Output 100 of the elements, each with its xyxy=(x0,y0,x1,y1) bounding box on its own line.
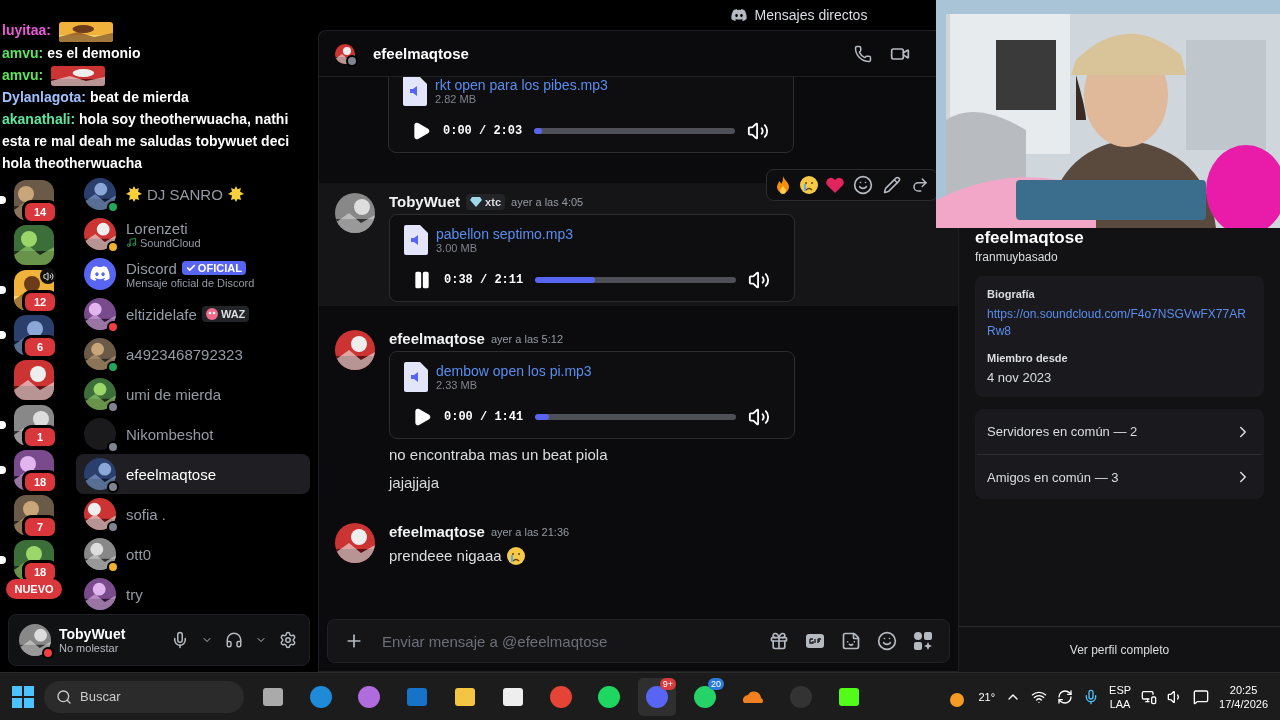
file-link[interactable]: pabellon septimo.mp3 xyxy=(436,226,573,242)
file-size: 3.00 MB xyxy=(436,242,478,254)
crying-face-icon[interactable] xyxy=(799,175,819,195)
windows-logo-icon[interactable] xyxy=(12,685,34,708)
dm-name: try xyxy=(126,585,143,603)
settings-icon xyxy=(279,631,297,649)
audio-file-icon xyxy=(404,362,428,392)
dm-item[interactable]: try xyxy=(76,574,310,610)
play-button[interactable] xyxy=(411,121,431,141)
add-reaction-button[interactable] xyxy=(851,173,875,197)
app-icon xyxy=(597,684,621,709)
dm-item[interactable]: eltizidelafe WAZ xyxy=(76,294,310,334)
dm-name: sofia . xyxy=(126,505,167,523)
progress-track[interactable] xyxy=(535,414,736,420)
notification-badge: 20 xyxy=(708,677,724,690)
dm-item[interactable]: DJ SANRO xyxy=(76,174,310,214)
taskbar-button[interactable]: 9+ xyxy=(638,677,676,716)
guild-tag: xtc xyxy=(466,193,505,210)
apps-button[interactable] xyxy=(913,631,933,651)
sync-icon[interactable] xyxy=(1057,688,1074,705)
progress-track[interactable] xyxy=(535,277,736,283)
new-badge[interactable]: NUEVO xyxy=(6,579,62,599)
file-link[interactable]: dembow open los pi.mp3 xyxy=(436,363,592,379)
volume-button[interactable] xyxy=(748,269,770,291)
message-field[interactable]: Enviar mensaje a @efeelmaqtose xyxy=(380,631,753,651)
mutuals-row[interactable]: Amigos en común — 3 xyxy=(987,469,1119,485)
window-title: Mensajes directos xyxy=(754,7,868,23)
headphones-icon xyxy=(225,631,243,649)
dm-name: eltizidelafe xyxy=(126,305,197,323)
volume-button[interactable] xyxy=(747,120,769,142)
message-author[interactable]: TobyWuet xyxy=(389,193,461,210)
guild-tag: WAZ xyxy=(201,306,250,322)
message-composer[interactable]: Enviar mensaje a @efeelmaqtose xyxy=(327,619,950,663)
dm-item[interactable]: ott0 xyxy=(76,534,310,574)
temperature: 21° xyxy=(978,689,996,704)
language[interactable]: ESP xyxy=(1109,682,1132,697)
message-time: ayer a las 21:36 xyxy=(490,525,570,538)
music-note-icon xyxy=(126,237,137,248)
checkmark-icon xyxy=(185,263,196,273)
dm-item[interactable]: Lorenzeti SoundCloud xyxy=(76,214,310,254)
dm-item[interactable]: efeelmaqtose xyxy=(76,454,310,494)
emoji-button[interactable] xyxy=(877,631,897,651)
volume-button[interactable] xyxy=(748,406,770,428)
display-icon[interactable] xyxy=(1141,688,1158,705)
heart-icon[interactable] xyxy=(825,175,845,195)
playback-time: 0:38 / 2:11 xyxy=(444,273,524,287)
file-size: 2.82 MB xyxy=(435,93,477,105)
gift-button[interactable] xyxy=(769,631,789,651)
dm-item[interactable]: Discord OFICIAL Mensaje oficial de Discord xyxy=(76,254,310,294)
call-button[interactable] xyxy=(854,44,872,63)
dm-name: ott0 xyxy=(126,545,152,563)
chat-message: Dylanlagota: beat de mierda xyxy=(2,88,190,107)
dm-item[interactable]: Nikombeshot xyxy=(76,414,310,454)
member-date: 4 nov 2023 xyxy=(987,370,1053,385)
speaker-icon xyxy=(42,270,54,282)
dm-name: Lorenzeti xyxy=(126,219,188,237)
mutuals-row[interactable]: Servidores en común — 2 xyxy=(987,424,1138,439)
dm-name: umi de mierda xyxy=(126,385,222,403)
message-author[interactable]: efeelmaqtose xyxy=(389,330,485,347)
section-label: Miembro desde xyxy=(987,352,1069,364)
profile-username: franmuybasado xyxy=(974,249,1059,264)
official-tag: OFICIAL xyxy=(181,261,246,275)
app-icon xyxy=(357,684,381,709)
dm-item[interactable]: sofia . xyxy=(76,494,310,534)
skull-icon xyxy=(205,308,218,320)
user-status: No molestar xyxy=(59,642,120,654)
keyboard-layout[interactable]: LAA xyxy=(1109,696,1131,711)
section-label: Biografía xyxy=(987,288,1036,300)
pause-button[interactable] xyxy=(412,270,432,290)
gif-button[interactable] xyxy=(805,631,825,651)
chat-message: akanathali: hola soy theotherwuacha, nathi esta re mal deah me saludas tobywuet deci hola theotherwuacha xyxy=(2,110,291,173)
controller-logo-icon xyxy=(90,266,110,282)
file-link[interactable]: rkt open para los pibes.mp3 xyxy=(435,77,608,93)
search-field[interactable]: Buscar xyxy=(44,680,244,713)
mention-badge: 6 xyxy=(22,335,58,359)
play-button[interactable] xyxy=(412,407,432,427)
sun-icon xyxy=(227,186,244,202)
clock-time[interactable]: 20:25 xyxy=(1229,682,1258,697)
chat-icon[interactable] xyxy=(1193,688,1210,705)
activity-text: SoundCloud xyxy=(126,236,201,249)
dm-item[interactable]: umi de mierda xyxy=(76,374,310,414)
progress-track[interactable] xyxy=(534,128,735,134)
dm-name: efeelmaqtose xyxy=(126,465,217,483)
dm-name: a4923468792323 xyxy=(126,345,243,363)
chat-username: luyitaa: xyxy=(2,22,51,39)
chat-username: amvu: xyxy=(2,66,44,83)
dm-name: Nikombeshot xyxy=(126,425,214,443)
message-author[interactable]: efeelmaqtose xyxy=(389,523,485,540)
edit-button[interactable] xyxy=(881,174,903,196)
mention-badge: 7 xyxy=(22,515,58,539)
dm-item[interactable]: a4923468792323 xyxy=(76,334,310,374)
gem-icon xyxy=(470,196,483,207)
taskbar-button[interactable]: 20 xyxy=(686,677,724,716)
message-time: ayer a las 4:05 xyxy=(511,195,584,208)
clock-date[interactable]: 17/4/2026 xyxy=(1219,696,1268,711)
message-text: no encontraba mas un beat piola xyxy=(389,445,608,465)
audio-file-icon xyxy=(403,77,427,106)
bio-link[interactable]: https://on.soundcloud.com/F4o7NSGVwFX77ARRw8 xyxy=(987,306,1252,340)
sticker-button[interactable] xyxy=(841,631,861,651)
audio-file-icon xyxy=(404,225,428,255)
